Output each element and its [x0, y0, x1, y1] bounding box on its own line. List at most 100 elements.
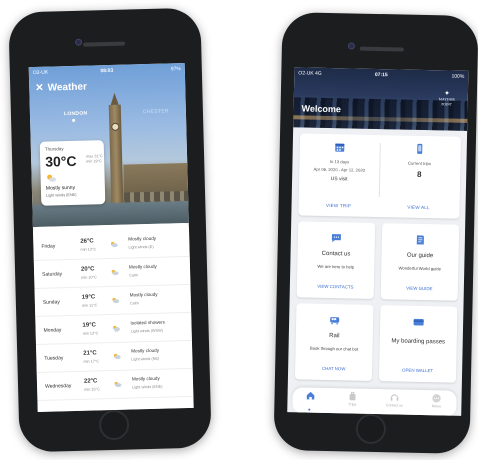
- forecast-min: min 13°C: [82, 331, 99, 336]
- today-min: min 19°C: [86, 159, 102, 164]
- city-tab-london[interactable]: LONDON: [64, 111, 88, 118]
- showers-icon: [113, 325, 120, 332]
- rail-card[interactable]: Rail Book through our chat bot CHAT NOW: [294, 303, 374, 381]
- forecast-wind: Light winds (E): [128, 244, 154, 250]
- forecast-min: min 17°C: [83, 359, 100, 364]
- weather-hero: O2-UK 08:03 97% ✕ Weather LONDON CHESTER…: [28, 62, 189, 228]
- forecast-min: min 11°C: [81, 303, 98, 308]
- nav-label-contact: Contact us: [385, 403, 404, 408]
- earpiece-speaker: [359, 46, 404, 52]
- brand-logo: ✦ MAYFAIR POINT: [434, 89, 460, 107]
- home-icon: [306, 391, 315, 400]
- contact-subtitle: We are here to help: [317, 263, 355, 270]
- forecast-condition: Mostly cloudy: [128, 263, 157, 270]
- forecast-temp: 20°C: [80, 266, 95, 273]
- welcome-heading: Welcome: [301, 103, 342, 115]
- view-contacts-link[interactable]: VIEW CONTACTS: [297, 283, 374, 290]
- chat-bubble-icon: [331, 234, 341, 243]
- status-time: 07:15: [374, 71, 388, 79]
- upcoming-trip[interactable]: In 13 days Apr 06, 2020 - Apr 12, 2020 U…: [298, 133, 380, 217]
- forecast-condition: Mostly cloudy: [131, 375, 160, 382]
- current-trips[interactable]: Current trips 8 VIEW ALL: [378, 135, 460, 219]
- today-card: Thursday 30°C max 31°C min 19°C Mostly s…: [39, 140, 106, 206]
- open-wallet-link[interactable]: OPEN WALLET: [379, 367, 456, 374]
- forecast-day: Saturday: [42, 271, 63, 278]
- cloudy-icon: [112, 297, 120, 304]
- guide-title: Our guide: [406, 252, 434, 260]
- trip-dates: Apr 06, 2020 - Apr 12, 2020: [313, 166, 366, 173]
- status-time: 08:03: [100, 67, 114, 75]
- status-bar: O2-UK 08:03 97%: [33, 66, 181, 78]
- headset-icon: [390, 394, 399, 401]
- forecast-condition: Mostly cloudy: [131, 347, 160, 354]
- guide-subtitle: Wonderful World guide: [398, 265, 442, 272]
- forecast-temp: 21°C: [83, 350, 97, 357]
- cloudy-icon: [113, 353, 121, 360]
- status-bar: O2-UK 4G 07:15 100%: [298, 70, 464, 81]
- forecast-wind: Light winds (WSW): [130, 328, 163, 334]
- active-indicator: [308, 408, 311, 411]
- forecast-temp: 19°C: [82, 322, 96, 329]
- contact-card[interactable]: Contact us We are here to help VIEW CONT…: [296, 221, 376, 299]
- app-title: Weather: [47, 81, 88, 94]
- forecast-condition: Mostly cloudy: [129, 291, 158, 298]
- nav-label-menu: Menu: [431, 404, 441, 409]
- forecast-row[interactable]: Sunday 19°C min 11°C Mostly cloudy Calm: [34, 284, 192, 317]
- weather-screen: O2-UK 08:03 97% ✕ Weather LONDON CHESTER…: [28, 62, 194, 412]
- front-camera: [347, 42, 355, 50]
- earpiece-speaker: [83, 41, 126, 47]
- nav-item-menu[interactable]: Menu: [421, 393, 451, 409]
- current-trips-count: 8: [416, 169, 422, 179]
- more-icon: [432, 394, 441, 403]
- nav-label-home: [295, 401, 325, 402]
- forecast-wind: Calm: [129, 301, 139, 306]
- battery-label: 97%: [170, 66, 181, 73]
- rail-title: Rail: [329, 333, 340, 340]
- city-tab-chester[interactable]: CHESTER: [143, 108, 169, 115]
- current-trips-label: Current trips: [407, 160, 432, 167]
- chat-now-link[interactable]: CHAT NOW: [295, 365, 372, 372]
- forecast-day: Tuesday: [44, 355, 64, 362]
- forecast-min: min 15°C: [84, 387, 100, 392]
- forecast-temp: 22°C: [83, 378, 98, 385]
- cloudy-icon: [111, 269, 119, 276]
- forecast-row[interactable]: Saturday 20°C min 10°C Mostly cloudy Calm: [33, 256, 191, 289]
- forecast-row[interactable]: Monday 19°C min 13°C Isolated showers Light …: [35, 312, 192, 345]
- close-icon[interactable]: ✕: [35, 83, 44, 94]
- today-minmax: max 31°C min 19°C: [86, 154, 103, 164]
- forecast-day: Monday: [43, 327, 62, 334]
- page-indicator-dot: [72, 118, 76, 122]
- home-button[interactable]: [355, 413, 387, 445]
- clock-tower-illustration: [108, 104, 124, 205]
- nav-item-home[interactable]: [295, 390, 325, 402]
- today-temp: 30°C: [44, 152, 77, 170]
- forecast-wind: Calm: [129, 273, 139, 278]
- rail-subtitle: Book through our chat bot: [309, 345, 359, 352]
- view-guide-link[interactable]: VIEW GUIDE: [381, 285, 458, 292]
- boarding-title: My boarding passes: [391, 338, 446, 346]
- forecast-day: Friday: [41, 243, 56, 250]
- forecast-list: Friday 26°C min 13°C Mostly cloudy Light win…: [32, 222, 194, 412]
- phone-weather: O2-UK 08:03 97% ✕ Weather LONDON CHESTER…: [8, 7, 212, 453]
- guide-book-icon: [416, 235, 424, 245]
- boarding-pass-card[interactable]: My boarding passes OPEN WALLET: [378, 305, 458, 383]
- forecast-row[interactable]: Wednesday 22°C min 15°C Mostly cloudy Light …: [36, 368, 194, 401]
- view-all-link[interactable]: VIEW ALL: [379, 204, 459, 211]
- forecast-min: min 10°C: [81, 275, 97, 280]
- stage: O2-UK 08:03 97% ✕ Weather LONDON CHESTER…: [0, 0, 478, 460]
- train-icon: [330, 317, 340, 325]
- weather-header: ✕ Weather: [35, 82, 87, 94]
- today-condition: Mostly sunny: [45, 184, 76, 192]
- forecast-day: Wednesday: [45, 383, 72, 390]
- phone-icon: [417, 143, 423, 154]
- forecast-row[interactable]: Friday 26°C min 13°C Mostly cloudy Light win…: [33, 228, 190, 262]
- trip-countdown: In 13 days: [329, 159, 350, 165]
- nav-item-contact[interactable]: Contact us: [379, 392, 409, 408]
- logo-line-2: POINT: [441, 101, 453, 107]
- nav-item-trips[interactable]: Trips: [337, 391, 367, 407]
- forecast-row[interactable]: Tuesday 21°C min 17°C Mostly cloudy Light wi…: [35, 340, 193, 373]
- home-button[interactable]: [98, 409, 130, 441]
- guide-card[interactable]: Our guide Wonderful World guide VIEW GUI…: [380, 223, 460, 301]
- calendar-icon: [335, 143, 345, 152]
- view-trip-link[interactable]: VIEW TRIP: [299, 202, 379, 209]
